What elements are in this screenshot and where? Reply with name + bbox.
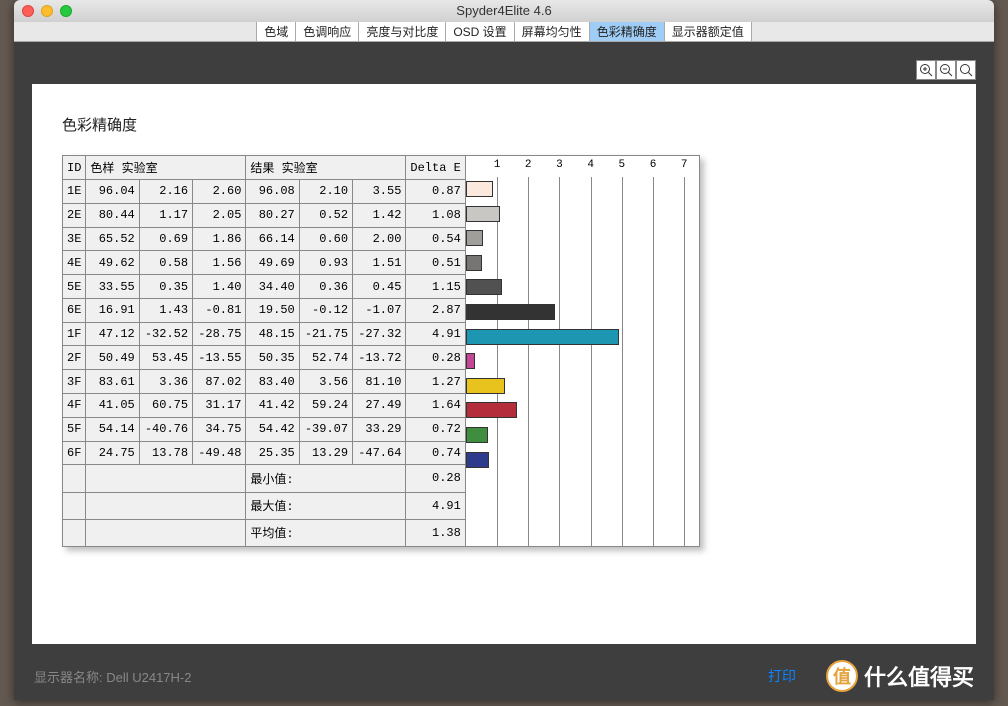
summary-row: 最小值:0.28 xyxy=(63,465,466,492)
content-area: 色彩精确度 ID 色样 实验室 结果 实验室 Delta E 1E 96.04 … xyxy=(14,42,994,700)
delta-bar xyxy=(466,353,475,369)
bar-row xyxy=(466,275,699,300)
delta-bar xyxy=(466,304,556,320)
summary-row: 平均值:1.38 xyxy=(63,519,466,546)
table-row: 6E 16.91 1.43 -0.81 19.50 -0.12 -1.072.8… xyxy=(63,298,466,322)
chart-axis: 1234567 xyxy=(466,156,699,177)
results-table: ID 色样 实验室 结果 实验室 Delta E 1E 96.04 2.16 2… xyxy=(62,155,466,547)
delta-bar xyxy=(466,279,502,295)
delta-bar xyxy=(466,378,506,394)
delta-bar xyxy=(466,329,619,345)
delta-bar xyxy=(466,181,493,197)
table-row: 1E 96.04 2.16 2.60 96.08 2.10 3.550.87 xyxy=(63,180,466,204)
table-row: 1F 47.12-32.52-28.75 48.15-21.75-27.324.… xyxy=(63,322,466,346)
bar-row xyxy=(466,349,699,374)
delta-chart: 1234567 xyxy=(466,155,700,547)
zoom-out-icon[interactable] xyxy=(936,60,956,80)
delta-bar xyxy=(466,206,500,222)
bar-row xyxy=(466,448,699,473)
report-panel: 色彩精确度 ID 色样 实验室 结果 实验室 Delta E 1E 96.04 … xyxy=(32,84,976,644)
close-icon[interactable] xyxy=(22,5,34,17)
table-row: 2E 80.44 1.17 2.05 80.27 0.52 1.421.08 xyxy=(63,203,466,227)
footer: 显示器名称: Dell U2417H-2 打印 值 什么值得买 xyxy=(14,660,994,692)
bar-row xyxy=(466,423,699,448)
bar-row xyxy=(466,300,699,325)
bar-row xyxy=(466,374,699,399)
zoom-toolbar xyxy=(32,60,976,80)
delta-bar xyxy=(466,230,483,246)
bar-row xyxy=(466,226,699,251)
titlebar: Spyder4Elite 4.6 xyxy=(14,0,994,22)
table-row: 5E 33.55 0.35 1.40 34.40 0.36 0.451.15 xyxy=(63,275,466,299)
table-row: 2F 50.49 53.45-13.55 50.35 52.74-13.720.… xyxy=(63,346,466,370)
minimize-icon[interactable] xyxy=(41,5,53,17)
delta-bar xyxy=(466,402,517,418)
tab-bar: 色域色调响应亮度与对比度OSD 设置屏幕均匀性色彩精确度显示器额定值 xyxy=(14,22,994,42)
tab-6[interactable]: 显示器额定值 xyxy=(665,22,752,41)
delta-bar xyxy=(466,427,488,443)
tab-4[interactable]: 屏幕均匀性 xyxy=(515,22,590,41)
watermark: 值 什么值得买 xyxy=(826,660,974,692)
table-row: 4F 41.05 60.75 31.17 41.42 59.24 27.491.… xyxy=(63,394,466,418)
print-button[interactable]: 打印 xyxy=(768,666,796,686)
summary-row: 最大值:4.91 xyxy=(63,492,466,519)
watermark-text: 什么值得买 xyxy=(864,660,974,692)
table-row: 6F 24.75 13.78-49.48 25.35 13.29-47.640.… xyxy=(63,441,466,465)
app-window: Spyder4Elite 4.6 色域色调响应亮度与对比度OSD 设置屏幕均匀性… xyxy=(14,0,994,700)
zoom-fit-icon[interactable] xyxy=(956,60,976,80)
window-controls xyxy=(22,5,72,17)
table-row: 3E 65.52 0.69 1.86 66.14 0.60 2.000.54 xyxy=(63,227,466,251)
table-row: 4E 49.62 0.58 1.56 49.69 0.93 1.510.51 xyxy=(63,251,466,275)
results-table-wrap: ID 色样 实验室 结果 实验室 Delta E 1E 96.04 2.16 2… xyxy=(62,155,700,547)
delta-bar xyxy=(466,255,482,271)
chart-bars xyxy=(466,177,699,546)
tab-2[interactable]: 亮度与对比度 xyxy=(359,22,446,41)
bar-row xyxy=(466,251,699,276)
tab-3[interactable]: OSD 设置 xyxy=(446,22,514,41)
zoom-in-icon[interactable] xyxy=(916,60,936,80)
bar-row xyxy=(466,398,699,423)
col-result: 结果 实验室 xyxy=(246,156,406,180)
bar-row xyxy=(466,202,699,227)
delta-bar xyxy=(466,452,489,468)
tab-5[interactable]: 色彩精确度 xyxy=(590,22,665,41)
report-title: 色彩精确度 xyxy=(62,114,946,135)
tab-0[interactable]: 色域 xyxy=(256,22,296,41)
col-id: ID xyxy=(63,156,86,180)
watermark-badge-icon: 值 xyxy=(826,660,858,692)
table-row: 3F 83.61 3.36 87.02 83.40 3.56 81.101.27 xyxy=(63,370,466,394)
bar-row xyxy=(466,177,699,202)
bar-row xyxy=(466,325,699,350)
col-delta: Delta E xyxy=(406,156,465,180)
window-title: Spyder4Elite 4.6 xyxy=(456,3,551,18)
monitor-name: 显示器名称: Dell U2417H-2 xyxy=(34,667,192,686)
tab-1[interactable]: 色调响应 xyxy=(296,22,359,41)
maximize-icon[interactable] xyxy=(60,5,72,17)
col-sample: 色样 实验室 xyxy=(86,156,246,180)
table-row: 5F 54.14-40.76 34.75 54.42-39.07 33.290.… xyxy=(63,417,466,441)
